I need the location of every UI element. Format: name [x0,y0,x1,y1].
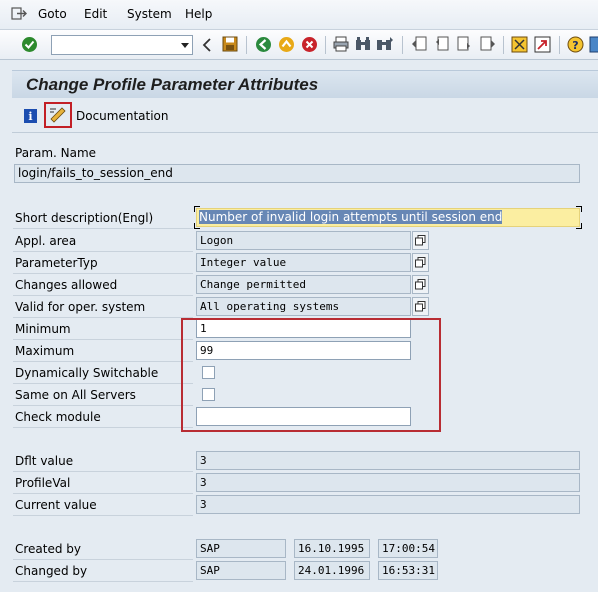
dyn-switch-label: Dynamically Switchable [15,366,159,380]
help-icon[interactable]: ? [567,36,584,53]
label-underline [13,317,193,318]
minimum-label: Minimum [15,322,71,336]
up-icon[interactable] [278,36,295,53]
label-underline [13,471,193,472]
create-session-icon[interactable] [511,36,528,53]
next-page-icon[interactable] [456,36,473,52]
label-underline [13,339,193,340]
prev-page-icon[interactable] [433,36,450,52]
exit-menu-icon[interactable] [11,7,27,20]
documentation-button[interactable]: Documentation [76,109,169,123]
changes-allowed-label: Changes allowed [15,278,118,292]
current-value-field: 3 [196,495,580,514]
enter-icon[interactable] [21,36,38,53]
cancel-icon[interactable] [301,36,318,53]
menu-system[interactable]: System [127,7,172,21]
save-icon[interactable] [222,36,238,52]
created-by-date-field: 16.10.1995 [294,539,370,558]
toolbar-separator [402,36,403,54]
created-by-user-field: SAP [196,539,286,558]
appl-area-field: Logon [196,231,411,250]
find-next-icon[interactable] [376,36,394,52]
short-desc-field[interactable]: Number of invalid login attempts until s… [196,208,580,227]
check-module-label: Check module [15,410,101,424]
copy-icon [415,301,426,312]
print-icon[interactable] [333,36,349,52]
label-underline [13,493,193,494]
field-corner-marker [576,206,582,212]
changed-by-user-field: SAP [196,561,286,580]
created-by-time-field: 17:00:54 [378,539,438,558]
field-corner-marker [194,223,200,229]
find-icon[interactable] [355,36,371,52]
dropdown-arrow-icon[interactable] [181,43,189,48]
field-corner-marker [194,206,200,212]
label-underline [13,427,193,428]
menu-goto[interactable]: Goto [38,7,67,21]
value-help-button[interactable] [412,231,429,250]
changes-allowed-field: Change permitted [196,275,411,294]
label-underline [13,361,193,362]
toolbar-separator [246,36,247,54]
changed-by-label: Changed by [15,564,88,578]
maximum-label: Maximum [15,344,75,358]
last-page-icon[interactable] [479,36,496,52]
toolbar-separator [559,36,560,54]
pencil-icon [50,107,66,123]
changed-by-time-field: 16:53:31 [378,561,438,580]
label-underline [13,251,193,252]
first-page-icon[interactable] [411,36,428,52]
back-icon[interactable] [202,38,212,52]
label-underline [13,273,193,274]
label-underline [13,581,193,582]
back-nav-icon[interactable] [255,36,272,53]
svg-text:?: ? [572,39,578,52]
info-icon[interactable]: i [24,109,37,123]
copy-icon [415,279,426,290]
label-underline [13,295,193,296]
value-help-button[interactable] [412,275,429,294]
menu-edit[interactable]: Edit [84,7,107,21]
label-underline [13,228,193,229]
valid-os-field: All operating systems [196,297,411,316]
title-bar: Change Profile Parameter Attributes [12,70,598,98]
profile-val-field: 3 [196,473,580,492]
toolbar-separator [503,36,504,54]
param-type-field: Integer value [196,253,411,272]
label-underline [13,405,193,406]
same-servers-label: Same on All Servers [15,388,136,402]
value-help-button[interactable] [412,253,429,272]
highlight-box [181,318,441,432]
label-underline [13,515,193,516]
shortcut-icon[interactable] [534,36,551,53]
short-desc-label: Short description(Engl) [15,211,154,225]
field-corner-marker [576,223,582,229]
dflt-value-label: Dflt value [15,454,74,468]
menu-bar: Goto Edit System Help [0,0,598,30]
page-title: Change Profile Parameter Attributes [26,75,319,94]
change-edit-button[interactable] [44,102,72,128]
application-toolbar: i Documentation [12,99,598,133]
layout-icon[interactable] [589,36,598,53]
appl-area-label: Appl. area [15,234,77,248]
copy-icon [415,257,426,268]
value-help-button[interactable] [412,297,429,316]
profile-val-label: ProfileVal [15,476,71,490]
copy-icon [415,235,426,246]
created-by-label: Created by [15,542,82,556]
label-underline [13,559,193,560]
changed-by-date-field: 24.01.1996 [294,561,370,580]
param-name-label: Param. Name [15,146,97,160]
valid-os-label: Valid for oper. system [15,300,146,314]
toolbar-separator [325,36,326,54]
current-value-label: Current value [15,498,97,512]
param-type-label: ParameterTyp [15,256,98,270]
short-desc-value: Number of invalid login attempts until s… [199,210,503,224]
menu-help[interactable]: Help [185,7,212,21]
param-name-field: login/fails_to_session_end [14,164,580,183]
dflt-value-field: 3 [196,451,580,470]
command-field[interactable] [51,35,193,55]
label-underline [13,383,193,384]
